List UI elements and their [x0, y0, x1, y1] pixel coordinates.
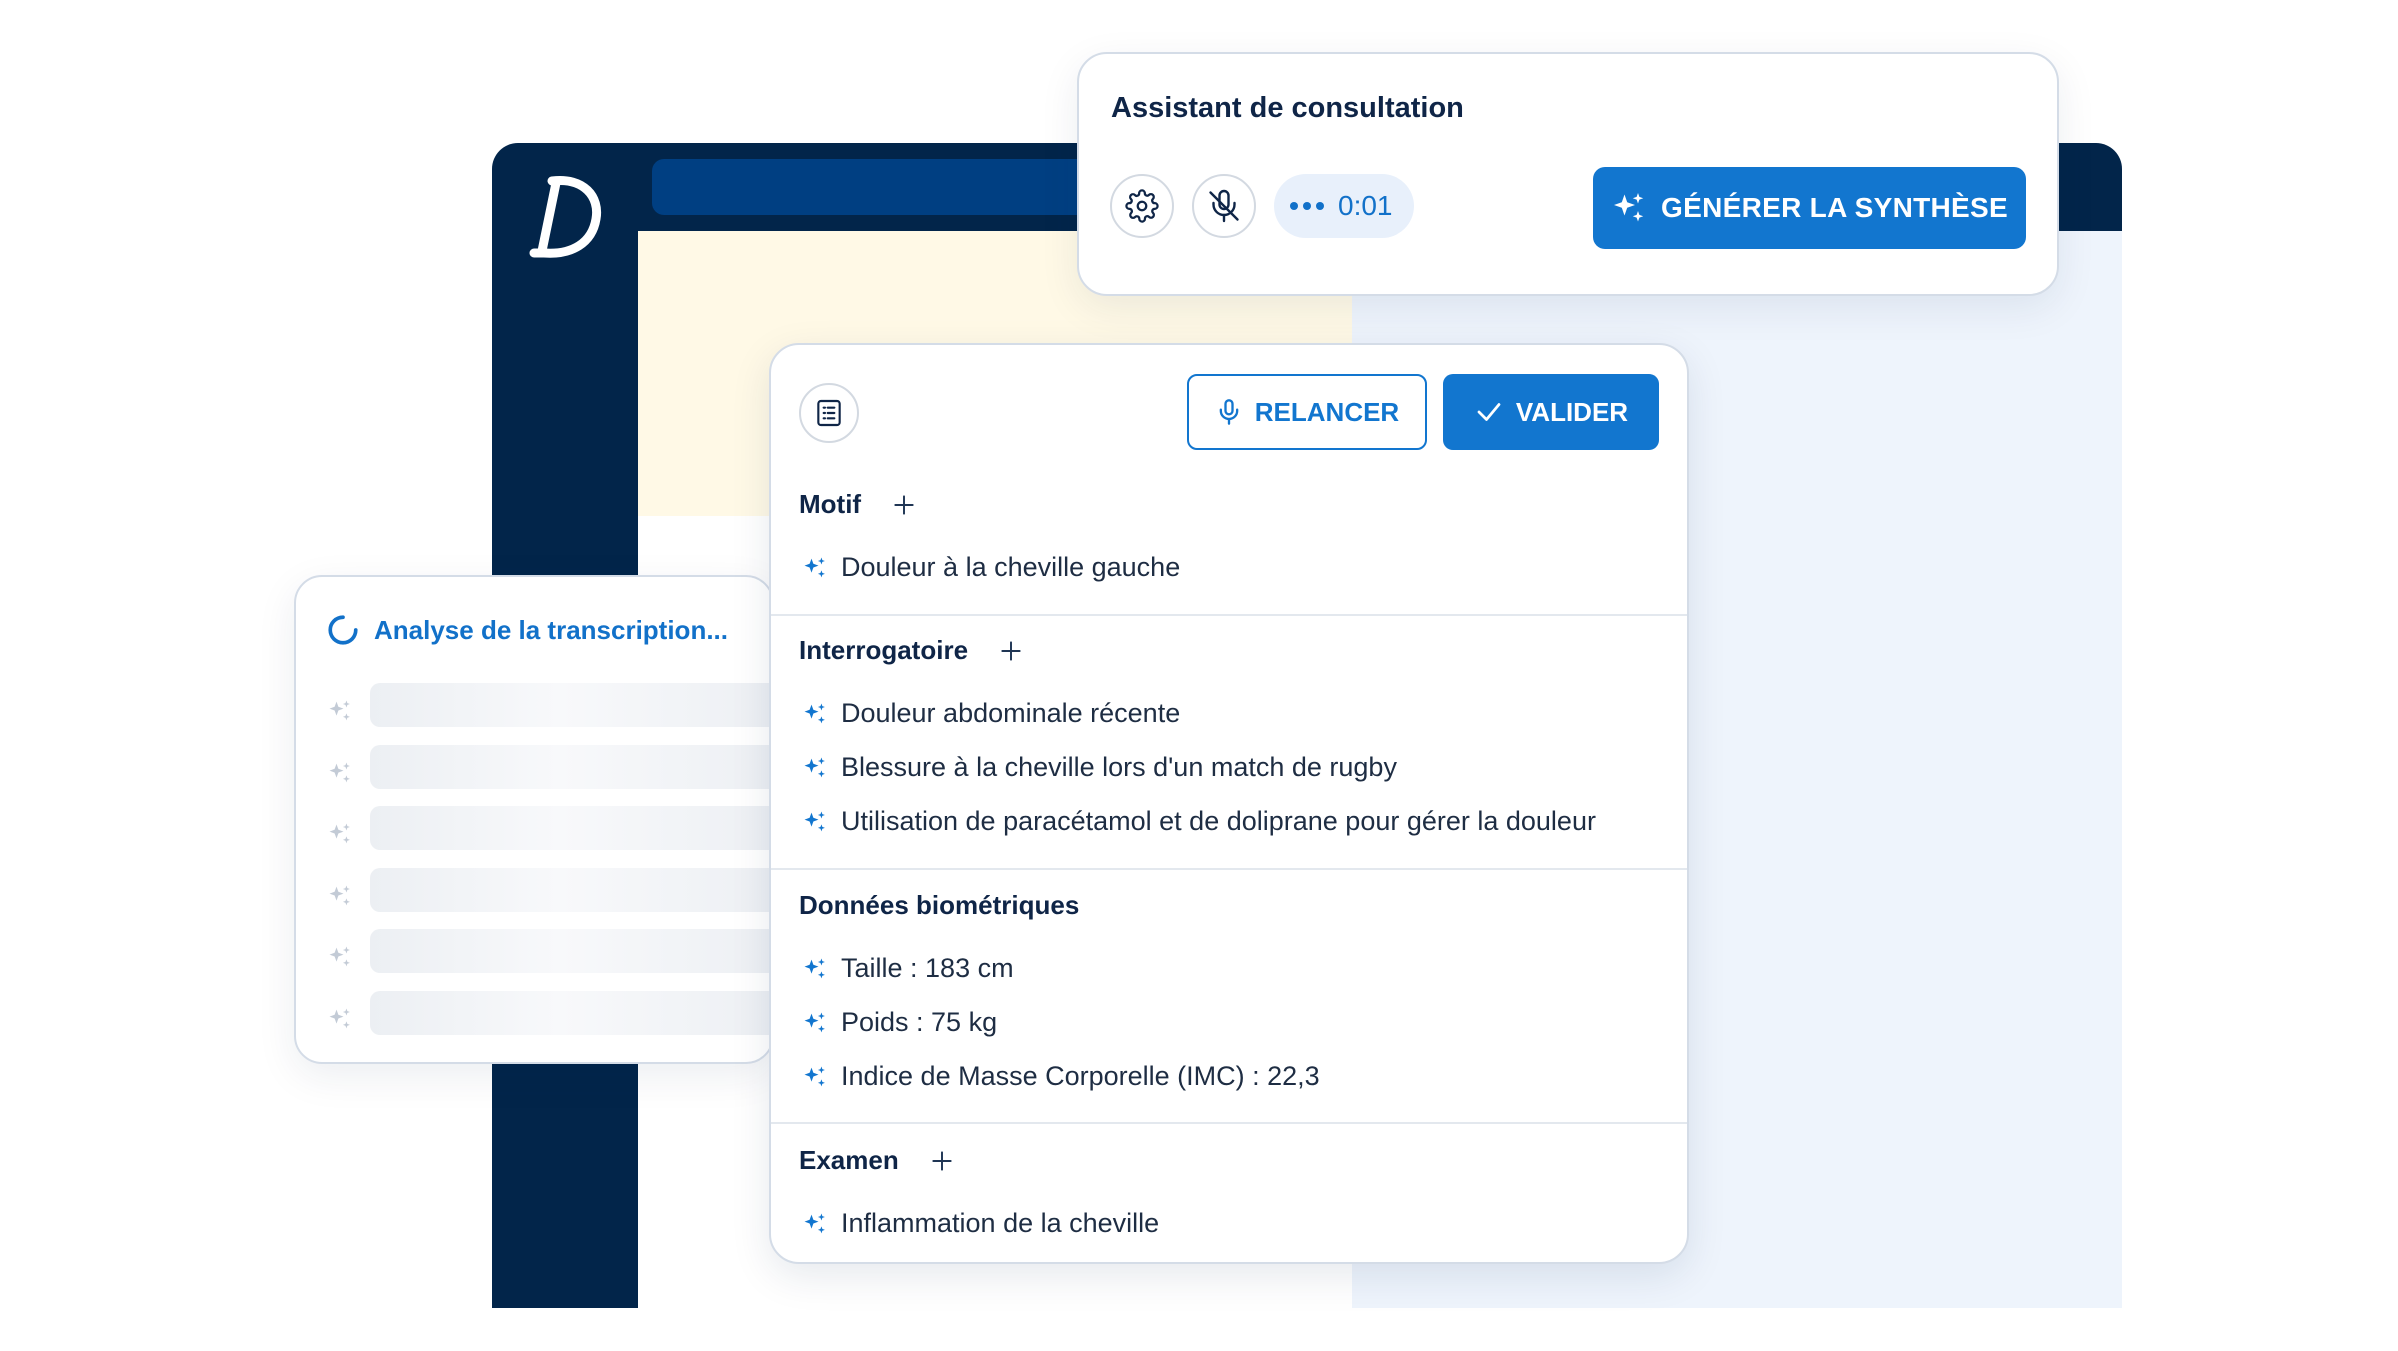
- sparkle-icon: [329, 762, 350, 783]
- section-title: Motif: [799, 489, 862, 519]
- list-item-text: Poids : 75 kg: [841, 1007, 998, 1037]
- list-item-text: Taille : 183 cm: [841, 953, 1014, 983]
- list-item: Blessure à la cheville lors d'un match d…: [801, 752, 1397, 783]
- sparkle-icon: [329, 1008, 350, 1029]
- sparkle-icon: [329, 885, 350, 906]
- sparkle-icon: [804, 557, 825, 577]
- section-interrogatoire-header: Interrogatoire: [799, 635, 1024, 666]
- spinner-icon: [328, 615, 358, 645]
- relancer-button[interactable]: RELANCER: [1187, 374, 1427, 450]
- section-title: Données biométriques: [799, 890, 1080, 920]
- generate-summary-label: GÉNÉRER LA SYNTHÈSE: [1661, 192, 2008, 223]
- gear-icon: [1125, 189, 1159, 223]
- plus-icon[interactable]: [891, 492, 917, 518]
- timer-value: 0:01: [1338, 190, 1393, 221]
- relancer-label: RELANCER: [1254, 396, 1400, 427]
- app-logo: [529, 176, 602, 258]
- list-item: Douleur abdominale récente: [801, 698, 1180, 729]
- skeleton-item: [326, 997, 354, 1041]
- list-item: Taille : 183 cm: [801, 953, 1014, 984]
- skeleton-item: [326, 935, 354, 979]
- sparkle-icon: [804, 703, 825, 723]
- valider-label: VALIDER: [1515, 396, 1629, 427]
- sparkle-icon: [329, 946, 350, 967]
- list-item-text: Blessure à la cheville lors d'un match d…: [841, 752, 1397, 782]
- sparkle-icon: [804, 1066, 825, 1086]
- skeleton-item: [326, 874, 354, 918]
- mute-microphone-button[interactable]: [1192, 174, 1256, 238]
- list-item-text: Utilisation de paracétamol et de dolipra…: [841, 806, 1596, 836]
- valider-button[interactable]: VALIDER: [1443, 374, 1659, 450]
- loading-title: Analyse de la transcription...: [374, 614, 728, 645]
- list-item: Utilisation de paracétamol et de dolipra…: [801, 806, 1596, 837]
- skeleton-item: [326, 751, 354, 795]
- plus-icon[interactable]: [998, 638, 1024, 664]
- list-item: Poids : 75 kg: [801, 1007, 997, 1038]
- skeleton-bar: [370, 929, 790, 973]
- section-divider: [771, 1122, 1687, 1124]
- section-title: Examen: [799, 1145, 899, 1175]
- sparkle-icon: [804, 1012, 825, 1032]
- skeleton-bar: [370, 806, 790, 850]
- skeleton-bar: [370, 991, 790, 1035]
- document-list-icon: [817, 399, 841, 427]
- section-examen-header: Examen: [799, 1145, 955, 1176]
- skeleton-bar: [370, 868, 790, 912]
- loading-header: Analyse de la transcription...: [326, 613, 728, 647]
- skeleton-item: [326, 689, 354, 733]
- list-item: Douleur à la cheville gauche: [801, 552, 1180, 583]
- recording-timer: 0:01: [1274, 174, 1414, 238]
- sparkle-icon: [329, 823, 350, 844]
- section-motif-header: Motif: [799, 489, 917, 520]
- sparkle-icon: [804, 811, 825, 831]
- mic-icon: [1219, 399, 1239, 425]
- list-item-text: Inflammation de la cheville: [841, 1208, 1160, 1238]
- section-biometrics-header: Données biométriques: [799, 890, 1079, 921]
- mic-off-icon: [1209, 189, 1239, 223]
- list-item-text: Indice de Masse Corporelle (IMC) : 22,3: [841, 1061, 1320, 1091]
- document-view-button[interactable]: [799, 383, 859, 443]
- sparkle-icon: [804, 757, 825, 777]
- skeleton-bar: [370, 745, 790, 789]
- plus-icon[interactable]: [929, 1148, 955, 1174]
- summary-card: RELANCER VALIDER Motif Douleur à la chev…: [769, 343, 1689, 1264]
- sparkle-icon: [1614, 193, 1644, 222]
- section-divider: [771, 614, 1687, 616]
- settings-button[interactable]: [1110, 174, 1174, 238]
- section-divider: [771, 868, 1687, 870]
- section-title: Interrogatoire: [799, 635, 969, 665]
- list-item: Inflammation de la cheville: [801, 1208, 1159, 1239]
- sparkle-icon: [804, 1213, 825, 1233]
- check-icon: [1477, 403, 1501, 421]
- generate-summary-button[interactable]: GÉNÉRER LA SYNTHÈSE: [1593, 167, 2026, 249]
- skeleton-item: [326, 812, 354, 856]
- list-item-text: Douleur abdominale récente: [841, 698, 1181, 728]
- list-item-text: Douleur à la cheville gauche: [841, 552, 1181, 582]
- sparkle-icon: [329, 700, 350, 721]
- skeleton-bar: [370, 683, 790, 727]
- assistant-card: Assistant de consultation 0:01 GÉNÉRER L…: [1077, 52, 2059, 296]
- recording-indicator-icon: [1290, 202, 1324, 210]
- list-item: Indice de Masse Corporelle (IMC) : 22,3: [801, 1061, 1320, 1092]
- sparkle-icon: [804, 958, 825, 978]
- assistant-title: Assistant de consultation: [1111, 92, 1464, 124]
